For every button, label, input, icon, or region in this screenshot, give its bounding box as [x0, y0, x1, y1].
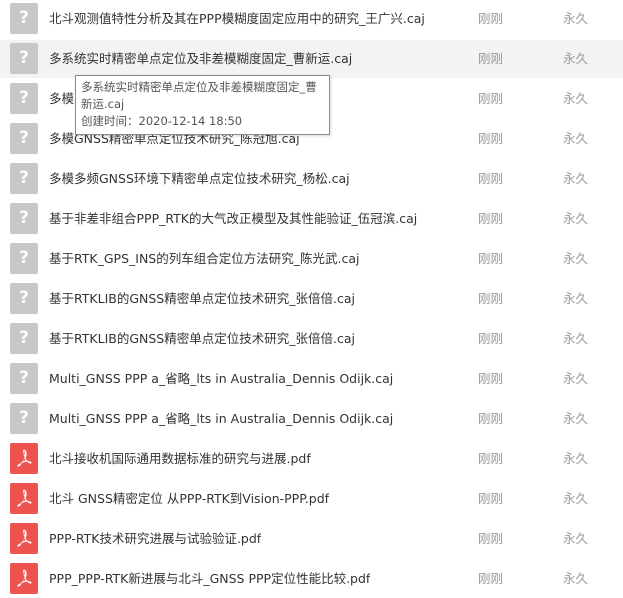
file-time: 刚刚	[478, 531, 504, 546]
file-name[interactable]: 北斗 GNSS精密定位 从PPP-RTK到Vision-PPP.pdf	[49, 480, 329, 518]
tooltip-file-name: 多系统实时精密单点定位及非差模糊度固定_曹新运.caj	[81, 80, 317, 111]
tooltip-created-time: 创建时间：2020-12-14 18:50	[81, 114, 243, 128]
unknown-file-icon: ?	[10, 403, 38, 434]
file-name[interactable]: 基于非差非组合PPP_RTK的大气改正模型及其性能验证_伍冠滨.caj	[49, 200, 417, 238]
file-time: 刚刚	[478, 11, 504, 26]
file-row[interactable]: ? 北斗观测值特性分析及其在PPP模糊度固定应用中的研究_王广兴.caj 刚刚 永久	[0, 0, 623, 38]
file-row[interactable]: ? 多模多频GNSS环境下精密单点定位技术研究_杨松.caj 刚刚 永久	[0, 160, 623, 198]
file-name[interactable]: 多系统实时精密单点定位及非差模糊度固定_曹新运.caj	[49, 40, 352, 78]
pdf-file-icon	[10, 443, 38, 474]
file-time: 刚刚	[478, 371, 504, 386]
file-expiry: 永久	[563, 571, 589, 586]
file-expiry: 永久	[563, 491, 589, 506]
file-row[interactable]: ? Multi_GNSS PPP a_省略_lts in Australia_De…	[0, 400, 623, 438]
unknown-file-icon: ?	[10, 43, 38, 74]
unknown-file-icon: ?	[10, 243, 38, 274]
file-time: 刚刚	[478, 51, 504, 66]
file-time: 刚刚	[478, 331, 504, 346]
file-expiry: 永久	[563, 371, 589, 386]
file-row[interactable]: 北斗 GNSS精密定位 从PPP-RTK到Vision-PPP.pdf 刚刚 永久	[0, 480, 623, 518]
file-row[interactable]: ? 基于RTKLIB的GNSS精密单点定位技术研究_张倍倍.caj 刚刚 永久	[0, 320, 623, 358]
file-time: 刚刚	[478, 571, 504, 586]
file-row[interactable]: ? 基于RTK_GPS_INS的列车组合定位方法研究_陈光武.caj 刚刚 永久	[0, 240, 623, 278]
file-name[interactable]: Multi_GNSS PPP a_省略_lts in Australia_Den…	[49, 360, 393, 398]
file-name[interactable]: 北斗接收机国际通用数据标准的研究与进展.pdf	[49, 440, 311, 478]
unknown-file-icon: ?	[10, 83, 38, 114]
file-time: 刚刚	[478, 91, 504, 106]
file-expiry: 永久	[563, 91, 589, 106]
file-expiry: 永久	[563, 291, 589, 306]
file-time: 刚刚	[478, 251, 504, 266]
unknown-file-icon: ?	[10, 3, 38, 34]
file-expiry: 永久	[563, 211, 589, 226]
file-expiry: 永久	[563, 171, 589, 186]
file-name[interactable]: 多模	[49, 80, 74, 118]
unknown-file-icon: ?	[10, 123, 38, 154]
file-time: 刚刚	[478, 451, 504, 466]
file-row[interactable]: ? 多系统实时精密单点定位及非差模糊度固定_曹新运.caj 刚刚 永久	[0, 40, 623, 78]
pdf-file-icon	[10, 563, 38, 594]
file-expiry: 永久	[563, 11, 589, 26]
file-name[interactable]: Multi_GNSS PPP a_省略_lts in Australia_Den…	[49, 400, 393, 438]
file-name[interactable]: PPP-RTK技术研究进展与试验验证.pdf	[49, 520, 261, 558]
file-time: 刚刚	[478, 291, 504, 306]
file-name[interactable]: 基于RTKLIB的GNSS精密单点定位技术研究_张倍倍.caj	[49, 280, 355, 318]
file-expiry: 永久	[563, 331, 589, 346]
unknown-file-icon: ?	[10, 363, 38, 394]
pdf-file-icon	[10, 483, 38, 514]
file-row[interactable]: ? Multi_GNSS PPP a_省略_lts in Australia_De…	[0, 360, 623, 398]
file-name[interactable]: 多模多频GNSS环境下精密单点定位技术研究_杨松.caj	[49, 160, 350, 198]
file-expiry: 永久	[563, 251, 589, 266]
unknown-file-icon: ?	[10, 203, 38, 234]
file-time: 刚刚	[478, 211, 504, 226]
unknown-file-icon: ?	[10, 323, 38, 354]
file-expiry: 永久	[563, 51, 589, 66]
file-expiry: 永久	[563, 131, 589, 146]
file-expiry: 永久	[563, 451, 589, 466]
unknown-file-icon: ?	[10, 163, 38, 194]
file-expiry: 永久	[563, 531, 589, 546]
file-name[interactable]: PPP_PPP-RTK新进展与北斗_GNSS PPP定位性能比较.pdf	[49, 560, 370, 598]
file-time: 刚刚	[478, 171, 504, 186]
file-row[interactable]: 北斗接收机国际通用数据标准的研究与进展.pdf 刚刚 永久	[0, 440, 623, 478]
file-time: 刚刚	[478, 491, 504, 506]
file-row[interactable]: ? 基于RTKLIB的GNSS精密单点定位技术研究_张倍倍.caj 刚刚 永久	[0, 280, 623, 318]
file-time: 刚刚	[478, 411, 504, 426]
file-row[interactable]: ? 基于非差非组合PPP_RTK的大气改正模型及其性能验证_伍冠滨.caj 刚刚 永久	[0, 200, 623, 238]
file-row[interactable]: PPP_PPP-RTK新进展与北斗_GNSS PPP定位性能比较.pdf 刚刚 永久	[0, 560, 623, 598]
file-name[interactable]: 基于RTKLIB的GNSS精密单点定位技术研究_张倍倍.caj	[49, 320, 355, 358]
unknown-file-icon: ?	[10, 283, 38, 314]
file-name[interactable]: 基于RTK_GPS_INS的列车组合定位方法研究_陈光武.caj	[49, 240, 359, 278]
file-name[interactable]: 北斗观测值特性分析及其在PPP模糊度固定应用中的研究_王广兴.caj	[49, 0, 425, 38]
file-time: 刚刚	[478, 131, 504, 146]
file-expiry: 永久	[563, 411, 589, 426]
file-tooltip: 多系统实时精密单点定位及非差模糊度固定_曹新运.caj 创建时间：2020-12…	[75, 75, 330, 135]
file-row[interactable]: PPP-RTK技术研究进展与试验验证.pdf 刚刚 永久	[0, 520, 623, 558]
pdf-file-icon	[10, 523, 38, 554]
